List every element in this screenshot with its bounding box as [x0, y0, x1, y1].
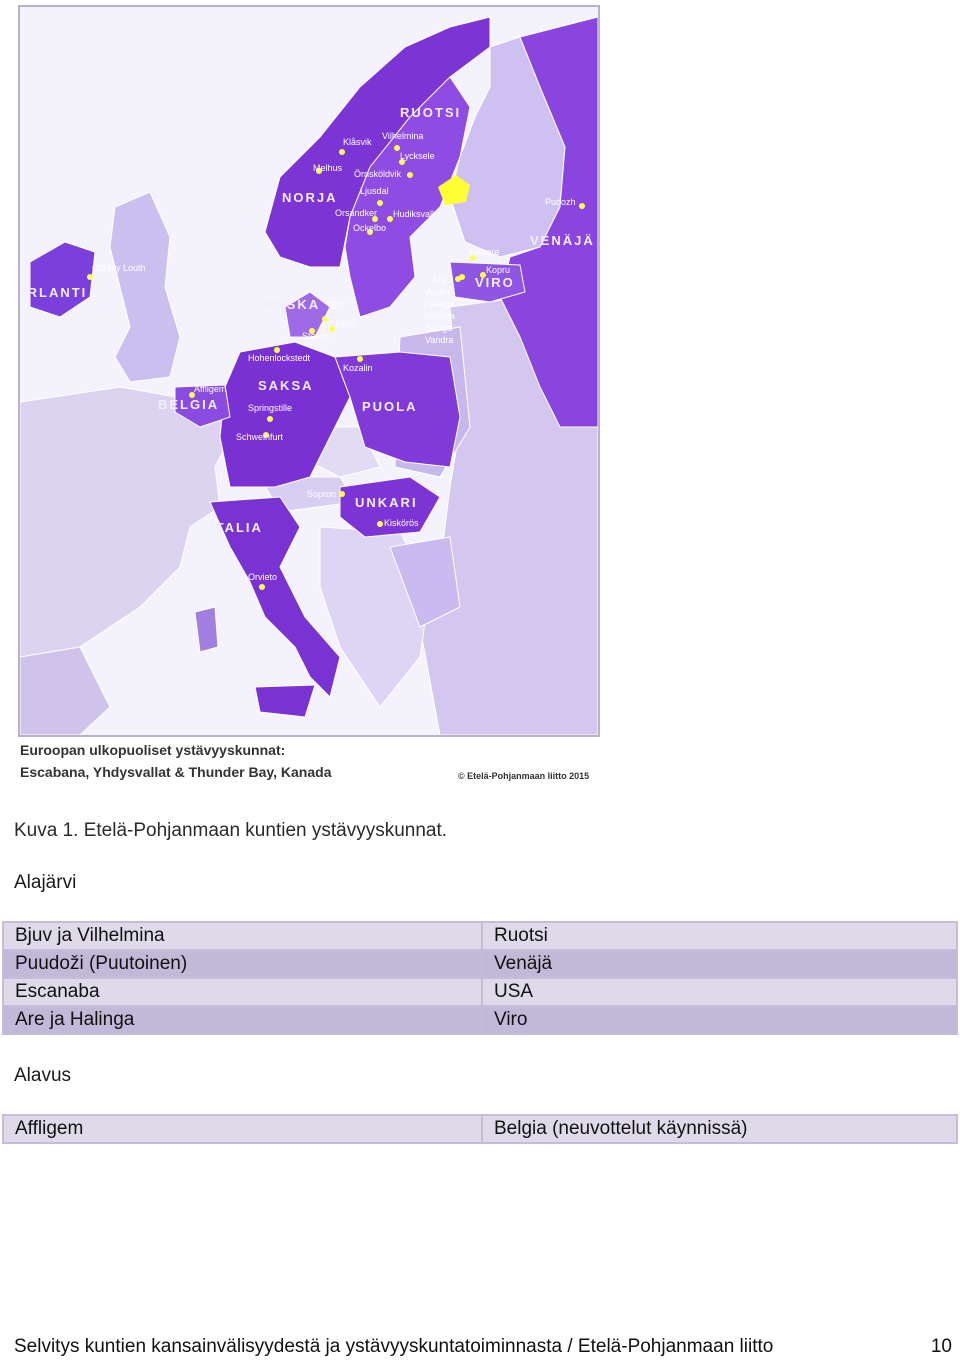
city-label: Orvieto	[248, 572, 277, 582]
city-label: Ockelbo	[353, 223, 386, 233]
map-copyright: © Etelä-Pohjanmaan liitto 2015	[458, 771, 590, 781]
city-label: Sopron	[307, 489, 336, 499]
country-cell: Venäjä	[481, 949, 958, 979]
city-label: Stevns	[302, 331, 330, 341]
label-irlanti: IRLANTI	[22, 285, 87, 300]
city-label: Melhus	[313, 163, 343, 173]
city-label: County Louth	[92, 263, 146, 273]
label-norja: NORJA	[282, 190, 338, 205]
europe-map-graphic: RUOTSI NORJA VENÄJÄ IRLANTI TANSKA VIRO …	[20, 7, 598, 735]
city-label: Lycksele	[400, 151, 435, 161]
section-title-alavus: Alavus	[14, 1065, 72, 1086]
map-footnote: Euroopan ulkopuoliset ystävyyskunnat:	[20, 742, 286, 758]
country-cell: Belgia (neuvottelut käynnissä)	[481, 1114, 958, 1144]
figure-caption: Kuva 1. Etelä-Pohjanmaan kuntien ystävyy…	[14, 820, 448, 841]
city-label: Springstille	[248, 403, 292, 413]
table-row: Escanaba USA	[2, 977, 958, 1007]
city-label: Sauga	[426, 323, 452, 333]
municipality-cell: Escanaba	[2, 977, 483, 1007]
table-row: Bjuv ja Vilhelmina Ruotsi	[2, 921, 958, 951]
city-label: Hudiksvall	[393, 209, 434, 219]
country-cell: Viro	[481, 1005, 958, 1035]
label-viro: VIRO	[475, 275, 515, 290]
label-saksa: SAKSA	[258, 378, 314, 393]
city-label: Höör	[336, 319, 356, 329]
municipality-cell: Bjuv ja Vilhelmina	[2, 921, 483, 951]
label-puola: PUOLA	[362, 399, 418, 414]
page-footer: Selvitys kuntien kansainvälisyydestä ja …	[14, 1336, 774, 1357]
label-ruotsi: RUOTSI	[400, 105, 461, 120]
municipality-cell: Are ja Halinga	[2, 1005, 483, 1035]
city-label: Audru	[426, 287, 450, 297]
city-label: Hohenlockstedt	[248, 353, 311, 363]
municipality-cell: Puudoži (Puutoinen)	[2, 949, 483, 979]
page-number: 10	[930, 1336, 952, 1357]
city-label: Bjuv	[328, 299, 346, 309]
map-footnote-cities: Escabana, Yhdysvallat & Thunder Bay, Kan…	[20, 764, 332, 780]
label-italia: ITALIA	[210, 520, 263, 535]
table-row: Puudoži (Puutoinen) Venäjä	[2, 949, 958, 979]
city-label: Vilhelmina	[382, 131, 423, 141]
table-row: Are ja Halinga Viro	[2, 1005, 958, 1035]
section-title-alajarvi: Alajärvi	[14, 872, 77, 893]
city-label: Kiskörös	[384, 518, 419, 528]
table-row: Affligem Belgia (neuvottelut käynnissä)	[2, 1114, 958, 1144]
city-label: Kopru	[486, 265, 510, 275]
city-label: Pudozh	[545, 197, 576, 207]
city-label: Kozalin	[343, 363, 373, 373]
city-label: Schweinfurt	[236, 432, 284, 442]
friendship-table-alajarvi: Bjuv ja Vilhelmina Ruotsi Puudoži (Puuto…	[2, 921, 958, 1035]
city-label: Klåsvik	[343, 137, 372, 147]
city-label: Örnsköldvik	[354, 169, 402, 179]
label-belgia: BELGIA	[158, 397, 219, 412]
city-label: Halinga	[424, 299, 455, 309]
country-cell: USA	[481, 977, 958, 1007]
city-label: Orsandker	[335, 208, 377, 218]
city-label: Koonga	[424, 311, 455, 321]
city-label: Vandra	[425, 335, 453, 345]
city-label: Ljusdal	[360, 186, 389, 196]
country-cell: Ruotsi	[481, 921, 958, 951]
friendship-table-alavus: Affligem Belgia (neuvottelut käynnissä)	[2, 1114, 958, 1144]
city-label: Affligem	[194, 384, 226, 394]
city-label: Ilakvere	[468, 247, 500, 257]
label-tanska: TANSKA	[255, 297, 320, 312]
municipality-cell: Affligem	[2, 1114, 483, 1144]
city-label: Are	[432, 275, 446, 285]
label-unkari: UNKARI	[355, 495, 418, 510]
friendship-map: RUOTSI NORJA VENÄJÄ IRLANTI TANSKA VIRO …	[18, 5, 600, 737]
label-venaja: VENÄJÄ	[530, 233, 595, 248]
